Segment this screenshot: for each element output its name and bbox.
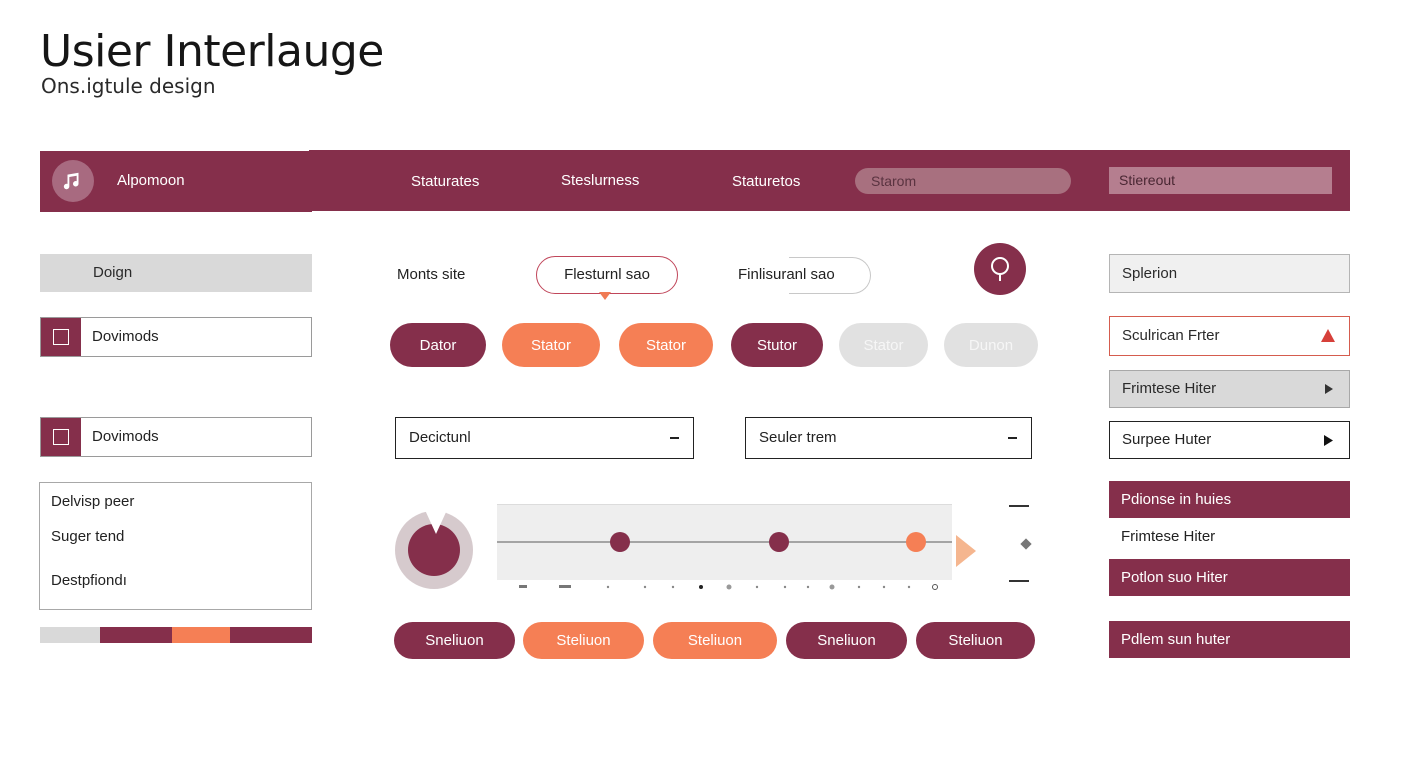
right-item-label: Sculrican Frter: [1122, 327, 1220, 344]
right-item-3[interactable]: Frimtese Hiter: [1109, 370, 1350, 408]
brand-label[interactable]: Alpomoon: [117, 172, 185, 189]
checkbox-row-1[interactable]: Dovimods: [40, 317, 312, 357]
right-item-label: Frimtese Hiter: [1122, 380, 1217, 397]
search-icon[interactable]: [974, 243, 1026, 295]
slider-handle[interactable]: [905, 532, 926, 552]
checkbox-row-label: Dovimods: [92, 328, 159, 345]
right-item-label: Surpee Huter: [1122, 431, 1212, 448]
slider-handle[interactable]: [769, 532, 790, 552]
button-row2-3[interactable]: Steliuon: [653, 622, 777, 659]
slider-ticks: [519, 584, 938, 590]
button-row2-5[interactable]: Steliuon: [916, 622, 1035, 659]
minus-icon: [670, 437, 679, 439]
list-box: Delvisp peer Suger tend Destpfiondı: [39, 482, 312, 610]
right-item-2[interactable]: Sculrican Frter: [1109, 316, 1350, 356]
right-item-4[interactable]: Surpee Huter: [1109, 421, 1350, 459]
segment-1[interactable]: [40, 627, 100, 643]
list-item[interactable]: Delvisp peer: [51, 493, 134, 510]
static-label: Monts site: [397, 266, 466, 283]
right-item-6[interactable]: Frimtese Hiter: [1109, 519, 1350, 555]
slider-handle[interactable]: [609, 532, 630, 552]
caret-right-icon: [1325, 384, 1333, 394]
button-5-disabled[interactable]: Stator: [839, 323, 928, 367]
checkbox-square-icon: [53, 429, 69, 445]
nav-link-3[interactable]: Staturetos: [732, 173, 800, 190]
button-3[interactable]: Stator: [619, 323, 713, 367]
nav-link-1[interactable]: Staturates: [411, 173, 479, 190]
dropdown-1[interactable]: Decictunl: [395, 417, 694, 459]
page-subtitle: Ons.igtule design: [41, 74, 216, 98]
minus-icon: [1008, 437, 1017, 439]
checkbox-row-2[interactable]: Dovimods: [40, 417, 312, 457]
segment-4[interactable]: [230, 627, 312, 643]
right-item-8[interactable]: Pdlem sun huter: [1109, 621, 1350, 658]
nav-link-2[interactable]: Steslurness: [561, 172, 639, 189]
button-1[interactable]: Dator: [390, 323, 486, 367]
half-pill-label[interactable]: Finlisuranl sao: [738, 266, 835, 283]
tooltip-pill[interactable]: Flesturnl sao: [536, 256, 678, 294]
slider-track[interactable]: [497, 541, 952, 543]
segment-3[interactable]: [172, 627, 230, 643]
button-6-disabled[interactable]: Dunon: [944, 323, 1038, 367]
caret-right-icon: [1324, 435, 1333, 446]
button-row2-4[interactable]: Sneliuon: [786, 622, 907, 659]
design-bar[interactable]: Doign: [40, 254, 312, 292]
segment-2[interactable]: [100, 627, 172, 643]
list-item[interactable]: Destpfiondı: [51, 572, 127, 589]
button-2[interactable]: Stator: [502, 323, 600, 367]
search-field[interactable]: Stiereout: [1109, 167, 1332, 194]
button-row2-2[interactable]: Steliuon: [523, 622, 644, 659]
dropdown-2[interactable]: Seuler trem: [745, 417, 1032, 459]
minus-icon[interactable]: [1009, 505, 1029, 507]
minus-icon[interactable]: [1009, 580, 1029, 582]
tooltip-arrow-icon: [599, 292, 611, 300]
warning-icon: [1321, 329, 1335, 342]
right-item-5[interactable]: Pdionse in huies: [1109, 481, 1350, 518]
dropdown-value: Seuler trem: [759, 429, 837, 446]
list-item[interactable]: Suger tend: [51, 528, 124, 545]
music-note-icon[interactable]: [52, 160, 94, 202]
search-input[interactable]: Starom: [855, 168, 1071, 194]
right-item-1[interactable]: Splerion: [1109, 254, 1350, 293]
checkbox-row-label: Dovimods: [92, 428, 159, 445]
checkbox[interactable]: [41, 318, 81, 356]
diamond-icon[interactable]: [1020, 538, 1032, 550]
page-title: Usier Interlauge: [40, 26, 384, 77]
button-4[interactable]: Stutor: [731, 323, 823, 367]
knob-indicator-icon: [425, 510, 447, 534]
checkbox-square-icon: [53, 329, 69, 345]
dropdown-value: Decictunl: [409, 429, 471, 446]
checkbox[interactable]: [41, 418, 81, 456]
right-item-7[interactable]: Potlon suo Hiter: [1109, 559, 1350, 596]
play-arrow-icon[interactable]: [956, 535, 976, 567]
button-row2-1[interactable]: Sneliuon: [394, 622, 515, 659]
